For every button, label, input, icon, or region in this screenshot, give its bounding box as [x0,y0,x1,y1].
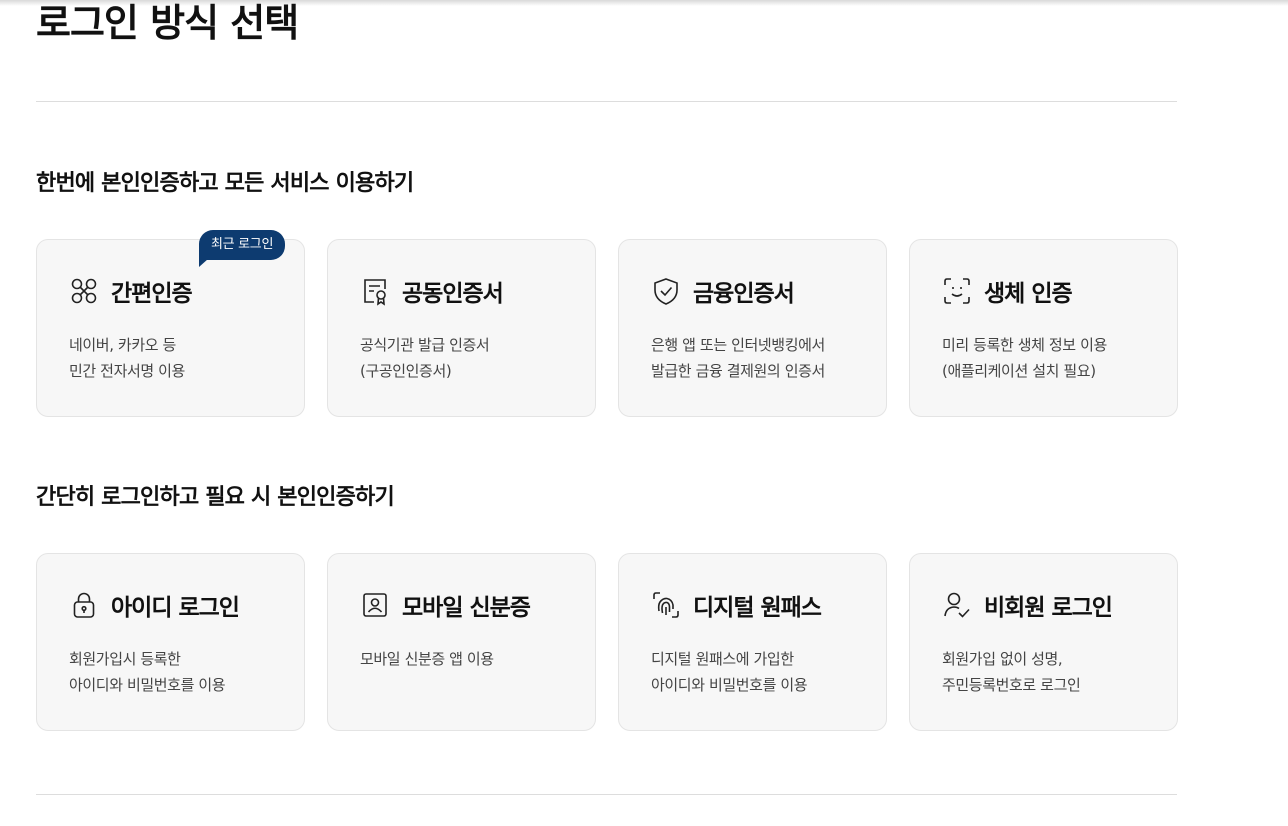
card-title: 금융인증서 [693,281,795,307]
card-biometric-auth[interactable]: 생체 인증 미리 등록한 생체 정보 이용 (애플리케이션 설치 필요) [909,239,1178,417]
card-desc-line: 회원가입시 등록한 [69,650,181,668]
simple-login-card-row: 아이디 로그인 회원가입시 등록한 아이디와 비밀번호를 이용 모바일 신분증 … [36,553,1178,731]
card-joint-certificate[interactable]: 공동인증서 공식기관 발급 인증서 (구공인인증서) [327,239,596,417]
top-divider [36,101,1177,102]
certificate-icon [360,276,390,306]
fingerprint-icon [651,590,681,620]
face-scan-icon [942,276,972,306]
card-id-login[interactable]: 아이디 로그인 회원가입시 등록한 아이디와 비밀번호를 이용 [36,553,305,731]
card-description: 디지털 원패스에 가입한 아이디와 비밀번호를 이용 [651,646,866,698]
card-simple-auth[interactable]: 최근 로그인 간편인증 네이버, 카카오 등 민간 전자서명 이용 [36,230,305,417]
card-title: 아이디 로그인 [111,595,240,621]
card-description: 회원가입 없이 성명, 주민등록번호로 로그인 [942,646,1157,698]
card-desc-line: 민간 전자서명 이용 [69,362,185,380]
lock-icon [69,590,99,620]
shield-check-icon [651,276,681,306]
card-description: 공식기관 발급 인증서 (구공인인증서) [360,332,575,384]
recent-login-badge: 최근 로그인 [199,230,286,267]
card-desc-line: 회원가입 없이 성명, [942,650,1063,668]
page-title: 로그인 방식 선택 [36,1,299,45]
card-desc-line: 아이디와 비밀번호를 이용 [651,676,808,694]
user-check-icon [942,590,972,620]
card-title: 비회원 로그인 [984,595,1113,621]
card-description: 미리 등록한 생체 정보 이용 (애플리케이션 설치 필요) [942,332,1157,384]
bottom-divider [36,794,1177,795]
card-desc-line: 네이버, 카카오 등 [69,336,176,354]
card-desc-line: 아이디와 비밀번호를 이용 [69,676,226,694]
card-desc-line: 디지털 원패스에 가입한 [651,650,794,668]
card-desc-line: 미리 등록한 생체 정보 이용 [942,336,1107,354]
card-title: 간편인증 [111,281,193,307]
card-desc-line: (구공인인증서) [360,362,452,380]
card-title: 디지털 원패스 [693,595,822,621]
card-desc-line: 모바일 신분증 앱 이용 [360,650,494,668]
card-description: 은행 앱 또는 인터넷뱅킹에서 발급한 금융 결제원의 인증서 [651,332,866,384]
card-desc-line: 주민등록번호로 로그인 [942,676,1081,694]
nodes-icon [69,276,99,306]
card-description: 회원가입시 등록한 아이디와 비밀번호를 이용 [69,646,284,698]
card-description: 네이버, 카카오 등 민간 전자서명 이용 [69,332,284,384]
section-title-identity: 한번에 본인인증하고 모든 서비스 이용하기 [36,171,414,196]
card-description: 모바일 신분증 앱 이용 [360,646,575,672]
card-financial-certificate[interactable]: 금융인증서 은행 앱 또는 인터넷뱅킹에서 발급한 금융 결제원의 인증서 [618,239,887,417]
section-title-simple-login: 간단히 로그인하고 필요 시 본인인증하기 [36,485,395,510]
card-desc-line: 발급한 금융 결제원의 인증서 [651,362,825,380]
card-desc-line: 은행 앱 또는 인터넷뱅킹에서 [651,336,825,354]
card-desc-line: 공식기관 발급 인증서 [360,336,490,354]
card-mobile-id[interactable]: 모바일 신분증 모바일 신분증 앱 이용 [327,553,596,731]
card-digital-onepass[interactable]: 디지털 원패스 디지털 원패스에 가입한 아이디와 비밀번호를 이용 [618,553,887,731]
card-title: 모바일 신분증 [402,595,531,621]
card-title: 생체 인증 [984,281,1073,307]
card-desc-line: (애플리케이션 설치 필요) [942,362,1096,380]
card-title: 공동인증서 [402,281,504,307]
identity-card-row: 최근 로그인 간편인증 네이버, 카카오 등 민간 전자서명 이용 공동인증서 … [36,230,1178,417]
card-guest-login[interactable]: 비회원 로그인 회원가입 없이 성명, 주민등록번호로 로그인 [909,553,1178,731]
id-card-icon [360,590,390,620]
